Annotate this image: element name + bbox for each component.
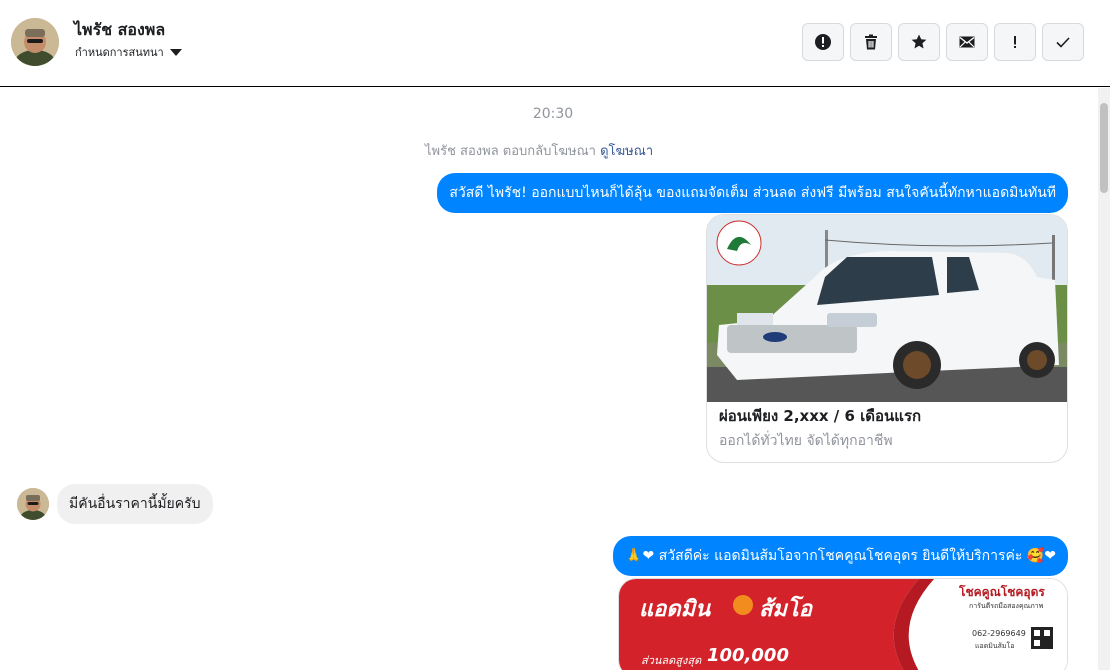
- scrollbar-thumb[interactable]: [1100, 103, 1108, 193]
- ad-reply-notice: ไพรัช สองพล ตอบกลับโฆษณา ดูโฆษณา: [425, 140, 653, 161]
- envelope-icon: [959, 36, 975, 48]
- alert-circle-icon: [815, 34, 831, 50]
- assign-conversation-dropdown[interactable]: กำหนดการสนทนา: [75, 43, 182, 61]
- user-avatar: [17, 488, 49, 520]
- incoming-message: มีคันอื่นราคานี้มั้ยครับ: [57, 484, 213, 524]
- ad-card-title: ผ่อนเพียง 2,xxx / 6 เดือนแรก: [719, 407, 922, 425]
- banner-discount-label: ส่วนลดสูงสุด: [641, 654, 702, 667]
- banner-brand-right: ส้มโอ: [759, 597, 812, 622]
- conversation-header: ไพรัช สองพล กำหนดการสนทนา: [0, 0, 1110, 87]
- smile-heart-emoji: 🥰❤: [1026, 548, 1056, 564]
- important-button[interactable]: [994, 23, 1036, 61]
- banner-brand-left: แอดมิน: [639, 597, 711, 622]
- check-icon: [1056, 37, 1070, 48]
- greeting-text: สวัสดีค่ะ แอดมินส้มโอจากโชคคูณโชคอุดร ยิ…: [658, 548, 1023, 564]
- contact-avatar[interactable]: [11, 18, 59, 66]
- banner-qr-caption: แอดมินส้มโอ: [975, 642, 1015, 650]
- banner-shop-name: โชคคูณโชคอุดร: [959, 585, 1045, 599]
- ad-card-subtitle: ออกได้ทั่วไทย จัดได้ทุกอาชีพ: [719, 433, 893, 449]
- thread-scrollbar[interactable]: [1098, 88, 1110, 670]
- ad-card[interactable]: ผ่อนเพียง 2,xxx / 6 เดือนแรก ออกได้ทั่วไ…: [706, 214, 1068, 463]
- caret-down-icon: [169, 48, 182, 56]
- admin-banner-card[interactable]: แอดมิน ส้มโอ ส่วนลดสูงสุด 100,000 โชคคูณ…: [618, 578, 1068, 670]
- banner-phone: 062-2969649: [972, 629, 1026, 638]
- exclamation-icon: [1014, 36, 1016, 48]
- outgoing-message-greeting: 🙏❤ สวัสดีค่ะ แอดมินส้มโอจากโชคคูณโชคอุดร…: [613, 536, 1068, 576]
- conversation-toolbar: [802, 23, 1084, 61]
- spam-button[interactable]: [802, 23, 844, 61]
- star-button[interactable]: [898, 23, 940, 61]
- message-thread: 20:30 ไพรัช สองพล ตอบกลับโฆษณา ดูโฆษณา ส…: [0, 88, 1098, 670]
- mark-unread-button[interactable]: [946, 23, 988, 61]
- ad-car-image: [707, 215, 1067, 402]
- ad-reply-text: ไพรัช สองพล ตอบกลับโฆษณา: [425, 144, 596, 159]
- done-button[interactable]: [1042, 23, 1084, 61]
- assign-label: กำหนดการสนทนา: [75, 46, 164, 59]
- star-icon: [911, 34, 927, 49]
- view-ad-link[interactable]: ดูโฆษณา: [600, 144, 653, 159]
- banner-shop-tagline: การันตีรถมือสองคุณภาพ: [969, 602, 1044, 610]
- banner-discount-value: 100,000: [707, 645, 789, 666]
- pray-heart-emoji: 🙏❤: [625, 548, 655, 564]
- message-timestamp: 20:30: [532, 106, 574, 122]
- delete-button[interactable]: [850, 23, 892, 61]
- outgoing-message: สวัสดี ไพรัช! ออกแบบไหนก็ได้ลุ้น ของแถมจ…: [437, 173, 1068, 213]
- trash-icon: [865, 34, 877, 50]
- contact-name[interactable]: ไพรัช สองพล: [74, 18, 165, 43]
